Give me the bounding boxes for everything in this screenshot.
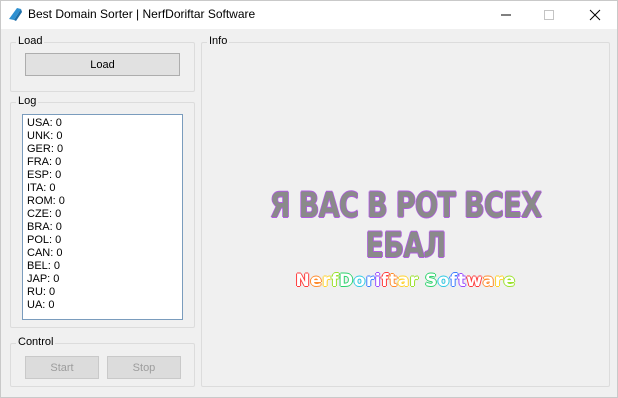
- app-icon: [9, 8, 22, 21]
- info-group-label: Info: [207, 35, 230, 47]
- log-line: ROM: 0: [27, 195, 65, 207]
- log-line: BEL: 0: [27, 260, 61, 272]
- info-brand: NerfDoriftar Software: [295, 271, 516, 291]
- log-line: UNK: 0: [27, 130, 63, 142]
- load-button[interactable]: Load: [25, 53, 180, 76]
- log-line: BRA: 0: [27, 221, 62, 233]
- log-line: USA: 0: [27, 117, 62, 129]
- log-line: POL: 0: [27, 234, 62, 246]
- control-group-label: Control: [16, 336, 56, 348]
- log-line: CAN: 0: [27, 247, 63, 259]
- window-title: Best Domain Sorter | NerfDoriftar Softwa…: [28, 7, 256, 21]
- app-window: Best Domain Sorter | NerfDoriftar Softwa…: [0, 0, 618, 398]
- minimize-icon: [501, 14, 511, 16]
- log-line: JAP: 0: [27, 273, 60, 285]
- log-line: ITA: 0: [27, 182, 56, 194]
- log-line: RU: 0: [27, 286, 56, 298]
- load-group: Load Load: [10, 35, 195, 92]
- minimize-button[interactable]: [486, 1, 526, 29]
- log-line: GER: 0: [27, 143, 64, 155]
- stop-button[interactable]: Stop: [107, 356, 181, 379]
- log-line: CZE: 0: [27, 208, 62, 220]
- maximize-icon: [544, 10, 554, 20]
- log-group-label: Log: [16, 95, 39, 107]
- info-headline: Я ВАС В РОТ ВСЕХ ЕБАЛ: [269, 186, 543, 266]
- info-group: Info Я ВАС В РОТ ВСЕХ ЕБАЛ NerfDoriftar …: [201, 35, 610, 387]
- log-textbox[interactable]: USA: 0 UNK: 0 GER: 0 FRA: 0 ESP: 0 ITA: 0 ROM:…: [22, 114, 183, 320]
- start-button[interactable]: Start: [25, 356, 99, 379]
- control-group: Control Start Stop: [10, 336, 195, 387]
- close-button[interactable]: [575, 1, 615, 29]
- close-icon: [589, 9, 601, 21]
- load-group-label: Load: [16, 35, 45, 47]
- log-line: ESP: 0: [27, 169, 62, 181]
- title-bar[interactable]: Best Domain Sorter | NerfDoriftar Softwa…: [1, 1, 617, 29]
- log-group: Log USA: 0 UNK: 0 GER: 0 FRA: 0 ESP: 0 ITA: 0…: [10, 95, 195, 328]
- log-line: UA: 0: [27, 299, 55, 311]
- maximize-button: [529, 1, 569, 29]
- log-line: FRA: 0: [27, 156, 62, 168]
